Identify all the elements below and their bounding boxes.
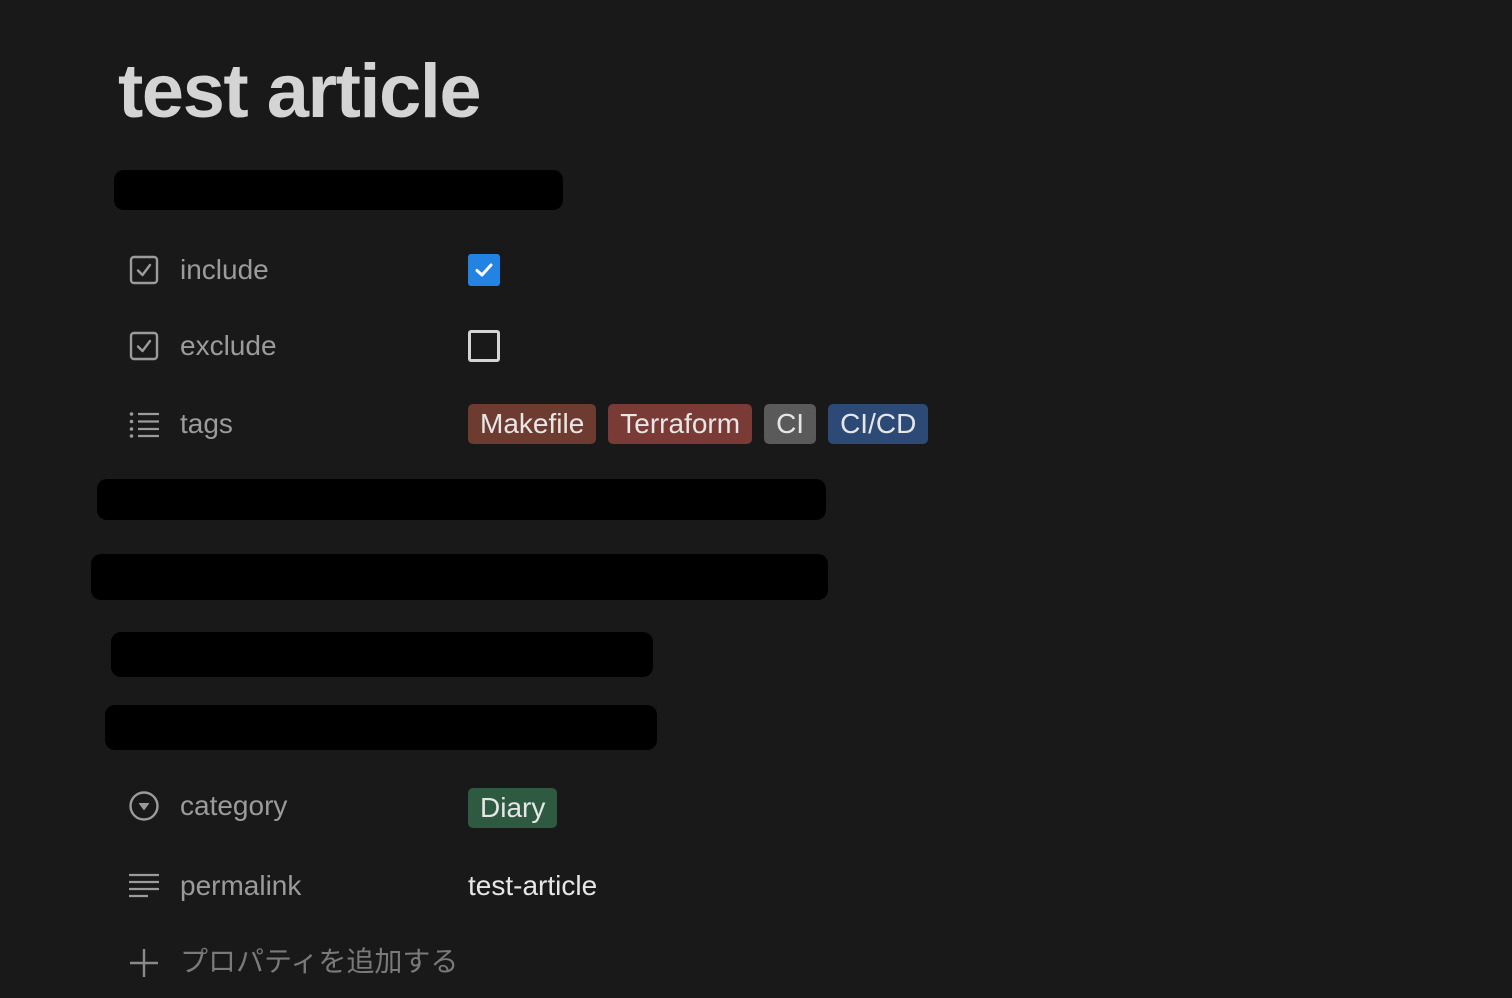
property-row-include[interactable]: include [120,246,1020,294]
property-label[interactable]: permalink [180,862,301,910]
redacted-property [114,170,563,210]
include-checkbox[interactable] [468,254,500,286]
property-label[interactable]: exclude [180,322,277,370]
property-row-exclude[interactable]: exclude [120,322,1020,370]
category-value[interactable]: Diary [468,788,558,828]
tag-makefile[interactable]: Makefile [468,404,597,444]
property-row-category[interactable]: category Diary [120,782,1020,830]
plus-icon [128,946,160,978]
tag-terraform[interactable]: Terraform [608,404,753,444]
tag-ci[interactable]: CI [764,404,817,444]
text-lines-icon [128,870,160,902]
list-icon [128,408,160,440]
redacted-property [105,705,657,750]
redacted-property [111,632,653,677]
checkbox-property-icon [128,254,160,286]
tag-ci-cd[interactable]: CI/CD [828,404,929,444]
property-label[interactable]: include [180,246,269,294]
property-value [468,246,500,294]
property-row-permalink[interactable]: permalink test-article [120,862,1020,910]
property-value [468,322,500,370]
property-label[interactable]: tags [180,400,233,448]
page-title[interactable]: test article [118,46,482,138]
exclude-checkbox[interactable] [468,330,500,362]
redacted-property [91,554,828,600]
checkbox-property-icon [128,330,160,362]
check-icon [475,263,493,277]
permalink-value[interactable]: test-article [468,862,597,910]
property-label[interactable]: category [180,782,287,830]
add-property-button[interactable]: プロパティを追加する [120,938,1020,986]
property-row-tags[interactable]: tags Makefile Terraform CI CI/CD [120,400,1020,448]
category-option-diary[interactable]: Diary [468,788,558,828]
redacted-property [97,479,826,520]
select-icon [128,790,160,822]
page: test article include exclude tags Makefi… [0,0,1512,998]
permalink-text[interactable]: test-article [468,870,597,902]
tags-value[interactable]: Makefile Terraform CI CI/CD [468,404,929,444]
add-property-label[interactable]: プロパティを追加する [180,938,458,986]
